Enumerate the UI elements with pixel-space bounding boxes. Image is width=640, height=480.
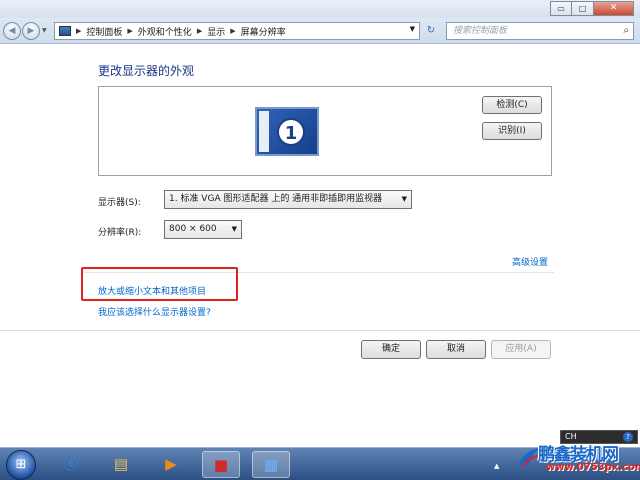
ok-button[interactable]: 确定 — [361, 340, 421, 359]
control-panel-taskbar-icon[interactable]: ▦ — [252, 451, 290, 478]
display-settings-help-link[interactable]: 我应该选择什么显示器设置? — [98, 305, 211, 318]
display-select-value: 1. 标准 VGA 图形适配器 上的 通用非即插即用监视器 — [169, 194, 383, 204]
cancel-button[interactable]: 取消 — [426, 340, 486, 359]
internet-explorer-icon[interactable]: ⓔ — [52, 451, 90, 478]
chevron-right-icon[interactable]: ▶ — [230, 27, 235, 35]
address-bar[interactable]: ▶ 控制面板 ▶ 外观和个性化 ▶ 显示 ▶ 屏幕分辨率 ▼ — [54, 22, 420, 40]
window-controls: ▭ □ ✕ — [550, 1, 634, 16]
advanced-settings-link[interactable]: 高级设置 — [512, 255, 548, 268]
address-dropdown-icon[interactable]: ▼ — [410, 25, 415, 33]
search-icon[interactable]: ⌕ — [623, 23, 629, 39]
chevron-down-icon: ▼ — [401, 195, 407, 203]
resolution-select[interactable]: 800 × 600 ▼ — [164, 220, 242, 239]
detect-button[interactable]: 检测(C) — [482, 96, 542, 114]
watermark-url: www.0753px.com — [546, 462, 640, 473]
search-placeholder: 搜索控制面板 — [453, 26, 508, 36]
breadcrumb-appearance[interactable]: 外观和个性化 — [138, 25, 192, 38]
display-select[interactable]: 1. 标准 VGA 图形适配器 上的 通用非即插即用监视器 ▼ — [164, 190, 412, 209]
breadcrumb-display[interactable]: 显示 — [207, 25, 225, 38]
chevron-down-icon: ▼ — [231, 225, 237, 233]
control-panel-icon — [59, 26, 71, 36]
resolution-label: 分辨率(R): — [98, 228, 142, 238]
monitor-screen-sidebar — [259, 111, 269, 152]
monitor-preview-panel: 1 检测(C) 识别(I) — [98, 86, 552, 176]
close-button[interactable]: ✕ — [594, 1, 634, 16]
display-label: 显示器(S): — [98, 198, 141, 208]
footer-divider — [0, 330, 640, 331]
minimize-button[interactable]: ▭ — [550, 1, 572, 16]
search-input[interactable]: 搜索控制面板 ⌕ — [446, 22, 634, 40]
breadcrumb-control-panel[interactable]: 控制面板 — [86, 25, 122, 38]
resolution-select-value: 800 × 600 — [169, 224, 217, 234]
breadcrumb-screen-resolution[interactable]: 屏幕分辨率 — [241, 25, 286, 38]
chevron-right-icon[interactable]: ▶ — [127, 27, 132, 35]
monitor-number: 1 — [277, 118, 305, 146]
forward-button[interactable]: ▶ — [22, 22, 40, 40]
watermark: 鹏鑫装机网 www.0753px.com — [512, 440, 640, 480]
monitor-icon[interactable]: 1 — [255, 107, 319, 156]
chevron-right-icon[interactable]: ▶ — [76, 27, 81, 35]
maximize-button[interactable]: □ — [572, 1, 594, 16]
chevron-right-icon[interactable]: ▶ — [197, 27, 202, 35]
toolbox-icon[interactable]: ■ — [202, 451, 240, 478]
navigation-bar: ◀ ▶ ▼ ▶ 控制面板 ▶ 外观和个性化 ▶ 显示 ▶ 屏幕分辨率 ▼ ↻ 搜… — [0, 18, 640, 44]
highlight-box — [81, 267, 238, 301]
recent-pages-dropdown[interactable]: ▼ — [42, 27, 47, 34]
apply-button[interactable]: 应用(A) — [491, 340, 551, 359]
refresh-button[interactable]: ↻ — [422, 22, 440, 40]
show-hidden-icons-icon[interactable]: ▲ — [494, 462, 499, 470]
back-button[interactable]: ◀ — [3, 22, 21, 40]
media-player-icon[interactable]: ▶ — [152, 451, 190, 478]
title-bar: ▭ □ ✕ — [0, 0, 640, 18]
start-button[interactable]: ⊞ — [6, 450, 36, 480]
page-title: 更改显示器的外观 — [98, 64, 195, 78]
folder-icon[interactable]: ▤ — [102, 451, 140, 478]
identify-button[interactable]: 识别(I) — [482, 122, 542, 140]
